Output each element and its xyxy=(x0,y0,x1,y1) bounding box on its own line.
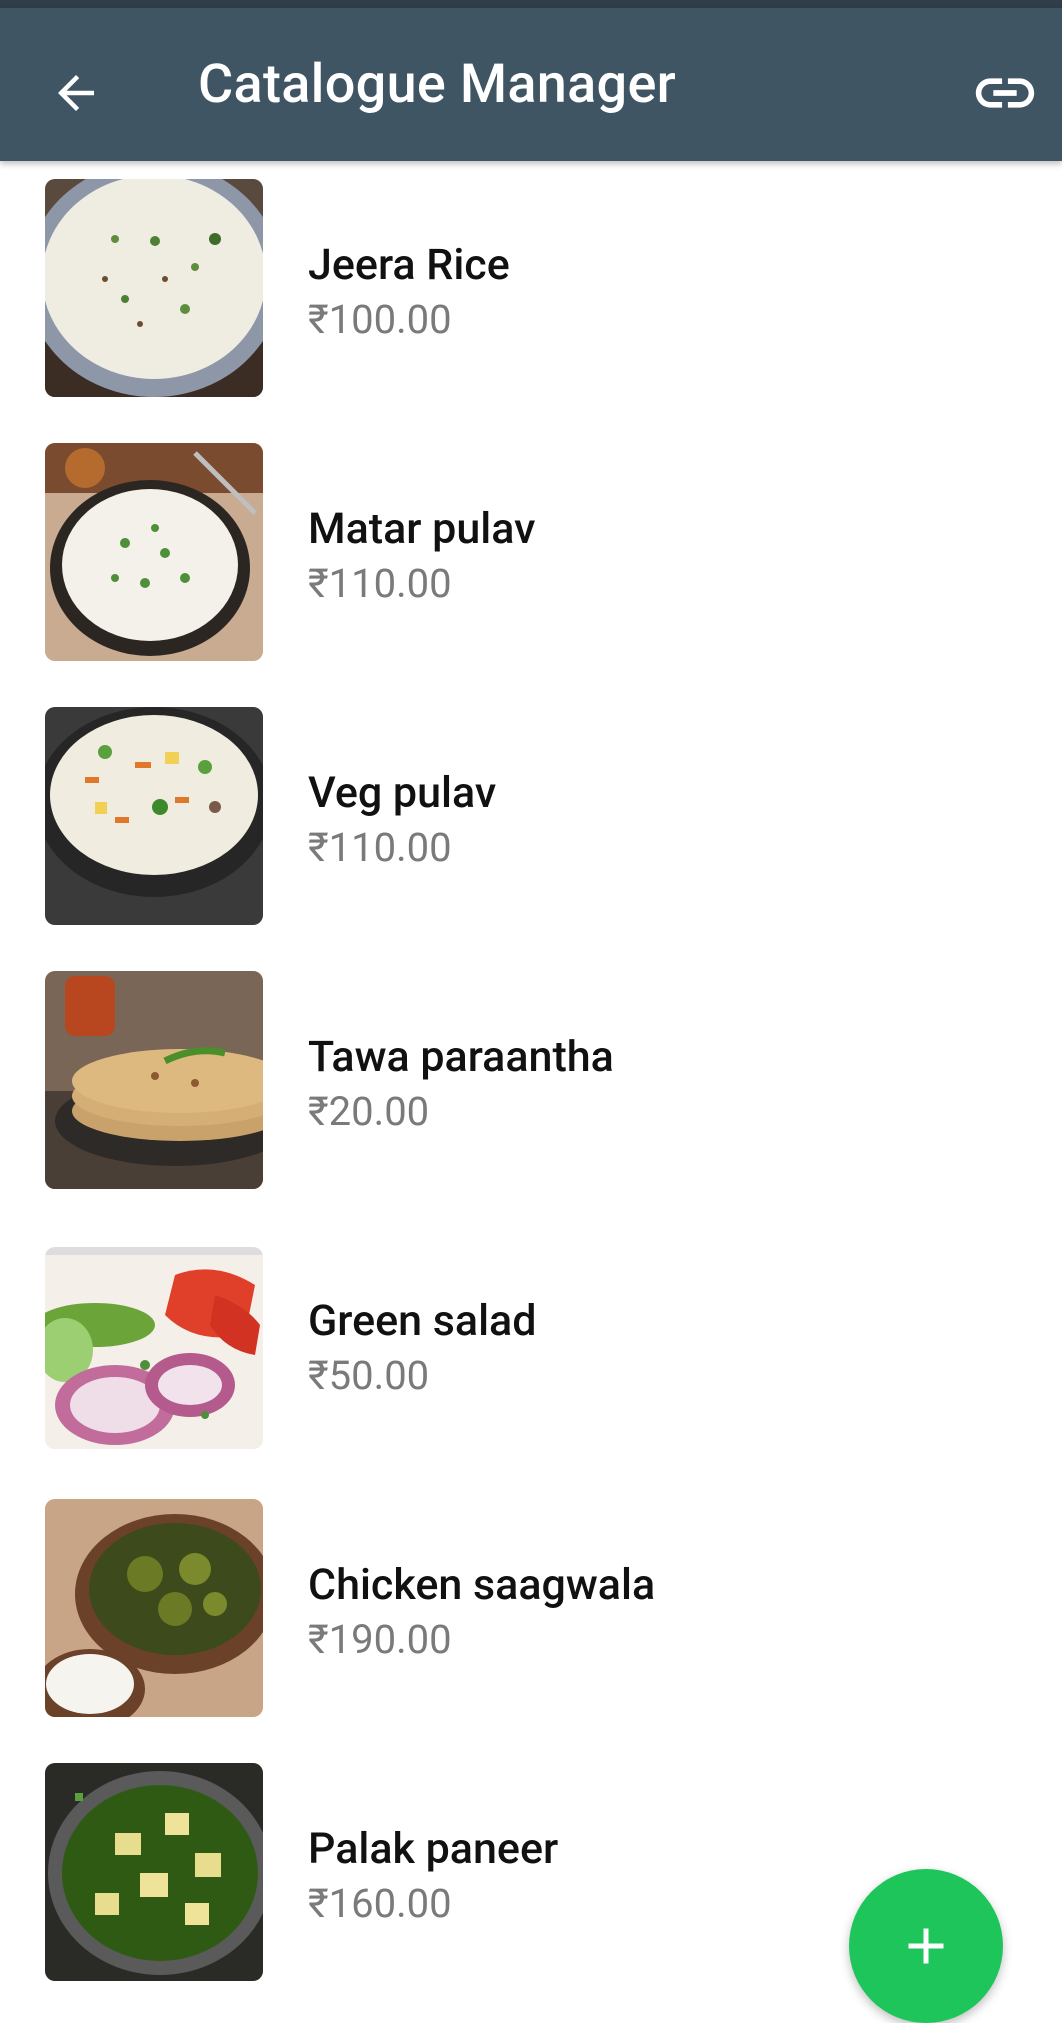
product-price: ₹110.00 xyxy=(308,824,452,871)
catalogue-item[interactable]: Jeera Rice ₹100.00 xyxy=(0,161,1062,425)
product-price: ₹190.00 xyxy=(308,1616,452,1663)
share-link-button[interactable] xyxy=(970,48,1062,138)
product-name: Jeera Rice xyxy=(308,240,510,290)
product-name: Green salad xyxy=(308,1296,537,1346)
jeera-rice-photo xyxy=(45,179,263,397)
matar-pulav-photo xyxy=(45,443,263,661)
catalogue-item[interactable]: Green salad ₹50.00 xyxy=(0,1217,1062,1481)
catalogue-item[interactable]: Tawa paraantha ₹20.00 xyxy=(0,953,1062,1217)
app-bar: Catalogue Manager xyxy=(0,8,1062,161)
product-price: ₹110.00 xyxy=(308,560,452,607)
add-product-button[interactable] xyxy=(849,1869,1003,2023)
product-thumbnail xyxy=(45,1247,263,1449)
link-icon xyxy=(975,78,1035,108)
veg-pulav-photo xyxy=(45,707,263,925)
catalogue-item[interactable]: Veg pulav ₹110.00 xyxy=(0,689,1062,953)
product-thumbnail xyxy=(45,707,263,925)
product-price: ₹20.00 xyxy=(308,1088,430,1135)
chicken-saagwala-photo xyxy=(45,1499,263,1717)
product-price: ₹100.00 xyxy=(308,296,452,343)
product-thumbnail xyxy=(45,1499,263,1717)
arrow-left-icon xyxy=(58,75,94,111)
page-title: Catalogue Manager xyxy=(198,53,677,116)
product-name: Veg pulav xyxy=(308,768,497,818)
palak-paneer-photo xyxy=(45,1763,263,1981)
product-price: ₹50.00 xyxy=(308,1352,430,1399)
product-name: Tawa paraantha xyxy=(308,1032,614,1082)
plus-icon xyxy=(908,1928,944,1964)
green-salad-photo xyxy=(45,1255,263,1449)
status-strip xyxy=(0,0,1062,8)
product-thumbnail xyxy=(45,179,263,397)
catalogue-item[interactable]: Matar pulav ₹110.00 xyxy=(0,425,1062,689)
product-name: Chicken saagwala xyxy=(308,1560,656,1610)
product-thumbnail xyxy=(45,971,263,1189)
product-thumbnail xyxy=(45,1763,263,1981)
product-thumbnail xyxy=(45,443,263,661)
product-name: Palak paneer xyxy=(308,1824,559,1874)
product-name: Matar pulav xyxy=(308,504,536,554)
tawa-paratha-photo xyxy=(45,971,263,1189)
product-price: ₹160.00 xyxy=(308,1880,452,1927)
back-button[interactable] xyxy=(36,48,116,138)
catalogue-item[interactable]: Chicken saagwala ₹190.00 xyxy=(0,1481,1062,1745)
